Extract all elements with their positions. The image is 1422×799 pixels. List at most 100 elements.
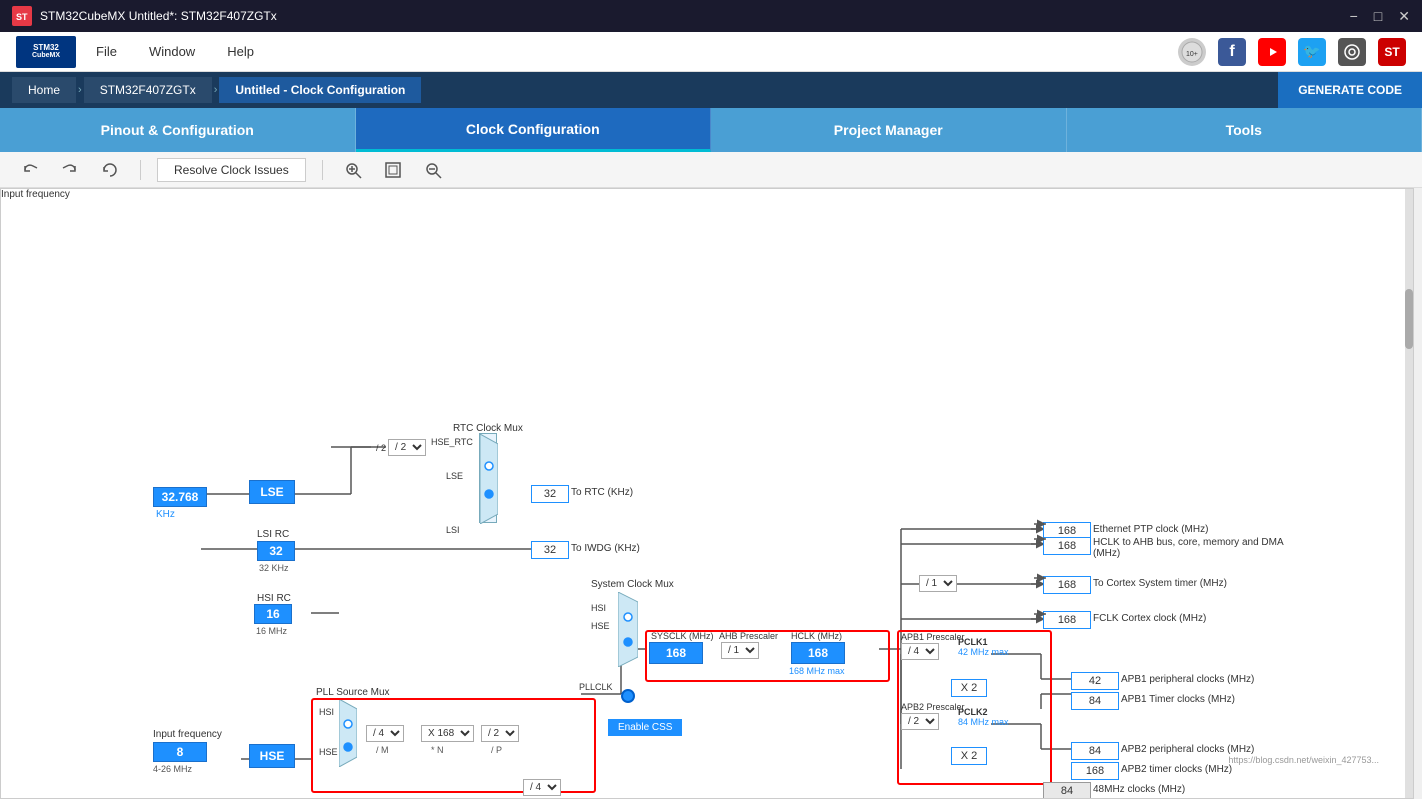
ahb-div-container[interactable]: / 1 bbox=[721, 642, 759, 659]
menu-help[interactable]: Help bbox=[227, 44, 254, 59]
refresh-button[interactable] bbox=[96, 156, 124, 184]
breadcrumb-home[interactable]: Home bbox=[12, 77, 76, 103]
apb1-periph-label: APB1 peripheral clocks (MHz) bbox=[1121, 674, 1254, 685]
resolve-clock-button[interactable]: Resolve Clock Issues bbox=[157, 158, 306, 182]
toolbar-separator2 bbox=[322, 160, 323, 180]
hse-input-label: Input frequency bbox=[153, 729, 222, 740]
ahb-div-select[interactable]: / 1 bbox=[721, 642, 759, 659]
apb2-div-select[interactable]: / 2 bbox=[901, 713, 939, 730]
hsi-unit: 16 MHz bbox=[256, 626, 287, 636]
clock-canvas: Input frequency 32.768 KHz LSE LSI RC 32… bbox=[0, 188, 1414, 799]
apb2-div-container[interactable]: / 2 bbox=[901, 713, 939, 730]
title-bar: ST STM32CubeMX Untitled*: STM32F407ZGTx … bbox=[0, 0, 1422, 32]
cortex-timer-val-box: 168 bbox=[1043, 576, 1091, 594]
sysclk-mux bbox=[618, 592, 638, 667]
apb2-timer-val-box: 168 bbox=[1071, 762, 1119, 780]
menu-bar: STM32 CubeMX File Window Help 10+ f 🐦 ST bbox=[0, 32, 1422, 72]
svg-text:10+: 10+ bbox=[1186, 51, 1198, 58]
pll-q-select[interactable]: / 4 bbox=[523, 779, 561, 796]
social-icons: 10+ f 🐦 ST bbox=[1178, 38, 1406, 66]
apb1-label: APB1 Prescaler bbox=[901, 632, 965, 642]
rtc-mux bbox=[479, 433, 497, 523]
pll-p-container[interactable]: / 2 bbox=[481, 725, 519, 742]
undo-button[interactable] bbox=[16, 156, 44, 184]
sysclk-mux-label: System Clock Mux bbox=[591, 579, 674, 590]
apb2-x2-box: X 2 bbox=[951, 747, 987, 765]
input-freq-lse-label: Input frequency bbox=[1, 189, 70, 200]
generate-code-button[interactable]: GENERATE CODE bbox=[1278, 72, 1422, 108]
pll-m-label: / M bbox=[376, 745, 389, 755]
apb2-timer-label: APB2 timer clocks (MHz) bbox=[1121, 764, 1232, 775]
hclk-max: 168 MHz max bbox=[789, 666, 845, 676]
hse-block: HSE bbox=[249, 744, 295, 768]
close-btn[interactable]: ✕ bbox=[1398, 8, 1410, 25]
hclk-val-box[interactable]: 168 bbox=[791, 642, 845, 664]
watermark: https://blog.csdn.net/weixin_427753... bbox=[1228, 755, 1379, 765]
pll-m-container[interactable]: / 4 bbox=[366, 725, 404, 742]
pclk2-label: PCLK2 bbox=[958, 707, 988, 717]
tab-project[interactable]: Project Manager bbox=[711, 108, 1067, 152]
apb1-timer-val-box: 84 bbox=[1071, 692, 1119, 710]
logo-line2: CubeMX bbox=[32, 52, 60, 60]
minimize-btn[interactable]: − bbox=[1350, 8, 1358, 25]
hse-val-box[interactable]: 8 bbox=[153, 742, 207, 762]
svg-text:ST: ST bbox=[16, 12, 28, 22]
apb2-periph-val-box: 84 bbox=[1071, 742, 1119, 760]
breadcrumb-device[interactable]: STM32F407ZGTx bbox=[84, 77, 212, 103]
breadcrumb-project[interactable]: Untitled - Clock Configuration bbox=[219, 77, 421, 103]
lse-input-label: Input frequency bbox=[1, 189, 70, 200]
sysclk-label: SYSCLK (MHz) bbox=[651, 631, 714, 641]
hse-range: 4-26 MHz bbox=[153, 764, 192, 774]
tab-tools[interactable]: Tools bbox=[1067, 108, 1422, 152]
to-rtc-val: 32 bbox=[531, 485, 569, 503]
lse-unit: KHz bbox=[156, 509, 175, 520]
maximize-btn[interactable]: □ bbox=[1374, 8, 1382, 25]
menu-window[interactable]: Window bbox=[149, 44, 195, 59]
48mhz-val-box: 84 bbox=[1043, 782, 1091, 799]
zoom-out-button[interactable] bbox=[419, 156, 447, 184]
hsi-rc-label: HSI RC bbox=[257, 593, 291, 604]
pll-n-container[interactable]: X 168 bbox=[421, 725, 474, 742]
rtc-div2-container[interactable]: / 2 / 2 bbox=[376, 439, 426, 456]
menu-file[interactable]: File bbox=[96, 44, 117, 59]
twitter-icon: 🐦 bbox=[1298, 38, 1326, 66]
vertical-scrollbar[interactable] bbox=[1405, 189, 1413, 798]
facebook-icon: f bbox=[1218, 38, 1246, 66]
sysclk-val-box[interactable]: 168 bbox=[649, 642, 703, 664]
apb1-x2-box: X 2 bbox=[951, 679, 987, 697]
tab-pinout[interactable]: Pinout & Configuration bbox=[0, 108, 356, 152]
pllclk-selected bbox=[621, 689, 635, 703]
rtc-div-select[interactable]: / 2 bbox=[388, 439, 426, 456]
zoom-fit-button[interactable] bbox=[379, 156, 407, 184]
apb1-div-container[interactable]: / 4 bbox=[901, 643, 939, 660]
network-icon bbox=[1338, 38, 1366, 66]
pll-n-select[interactable]: X 168 bbox=[421, 725, 474, 742]
cortex-div-select[interactable]: / 1 bbox=[919, 575, 957, 592]
cortex-timer-label: To Cortex System timer (MHz) bbox=[1093, 578, 1227, 589]
pll-p-label: / P bbox=[491, 745, 502, 755]
pll-m-select[interactable]: / 4 bbox=[366, 725, 404, 742]
redo-button[interactable] bbox=[56, 156, 84, 184]
pll-q-container[interactable]: / 4 bbox=[523, 779, 561, 796]
to-rtc-label: To RTC (KHz) bbox=[571, 487, 633, 498]
tab-clock[interactable]: Clock Configuration bbox=[356, 108, 712, 152]
pll-p-select[interactable]: / 2 bbox=[481, 725, 519, 742]
eth-ptp-label: Ethernet PTP clock (MHz) bbox=[1093, 524, 1208, 535]
scrollbar-thumb[interactable] bbox=[1405, 289, 1413, 349]
rtc-div2-label: / 2 bbox=[376, 443, 386, 453]
enable-css-button[interactable]: Enable CSS bbox=[608, 719, 682, 736]
badge-icon: 10+ bbox=[1178, 38, 1206, 66]
tab-bar: Pinout & Configuration Clock Configurati… bbox=[0, 108, 1422, 152]
apb2-periph-label: APB2 peripheral clocks (MHz) bbox=[1121, 744, 1254, 755]
cortex-div-container[interactable]: / 1 bbox=[919, 575, 957, 592]
lsi-rtc-label: LSI bbox=[446, 525, 460, 535]
ahb-prescaler-label: AHB Prescaler bbox=[719, 631, 778, 641]
apb1-div-select[interactable]: / 4 bbox=[901, 643, 939, 660]
lse-value-box[interactable]: 32.768 bbox=[153, 487, 207, 507]
apb1-periph-val-box: 42 bbox=[1071, 672, 1119, 690]
window-controls[interactable]: − □ ✕ bbox=[1350, 8, 1410, 25]
hclk-ahb-label: HCLK to AHB bus, core, memory and DMA (M… bbox=[1093, 537, 1293, 559]
lsi-rc-label: LSI RC bbox=[257, 529, 289, 540]
zoom-in-button[interactable] bbox=[339, 156, 367, 184]
apb2-label: APB2 Prescaler bbox=[901, 702, 965, 712]
